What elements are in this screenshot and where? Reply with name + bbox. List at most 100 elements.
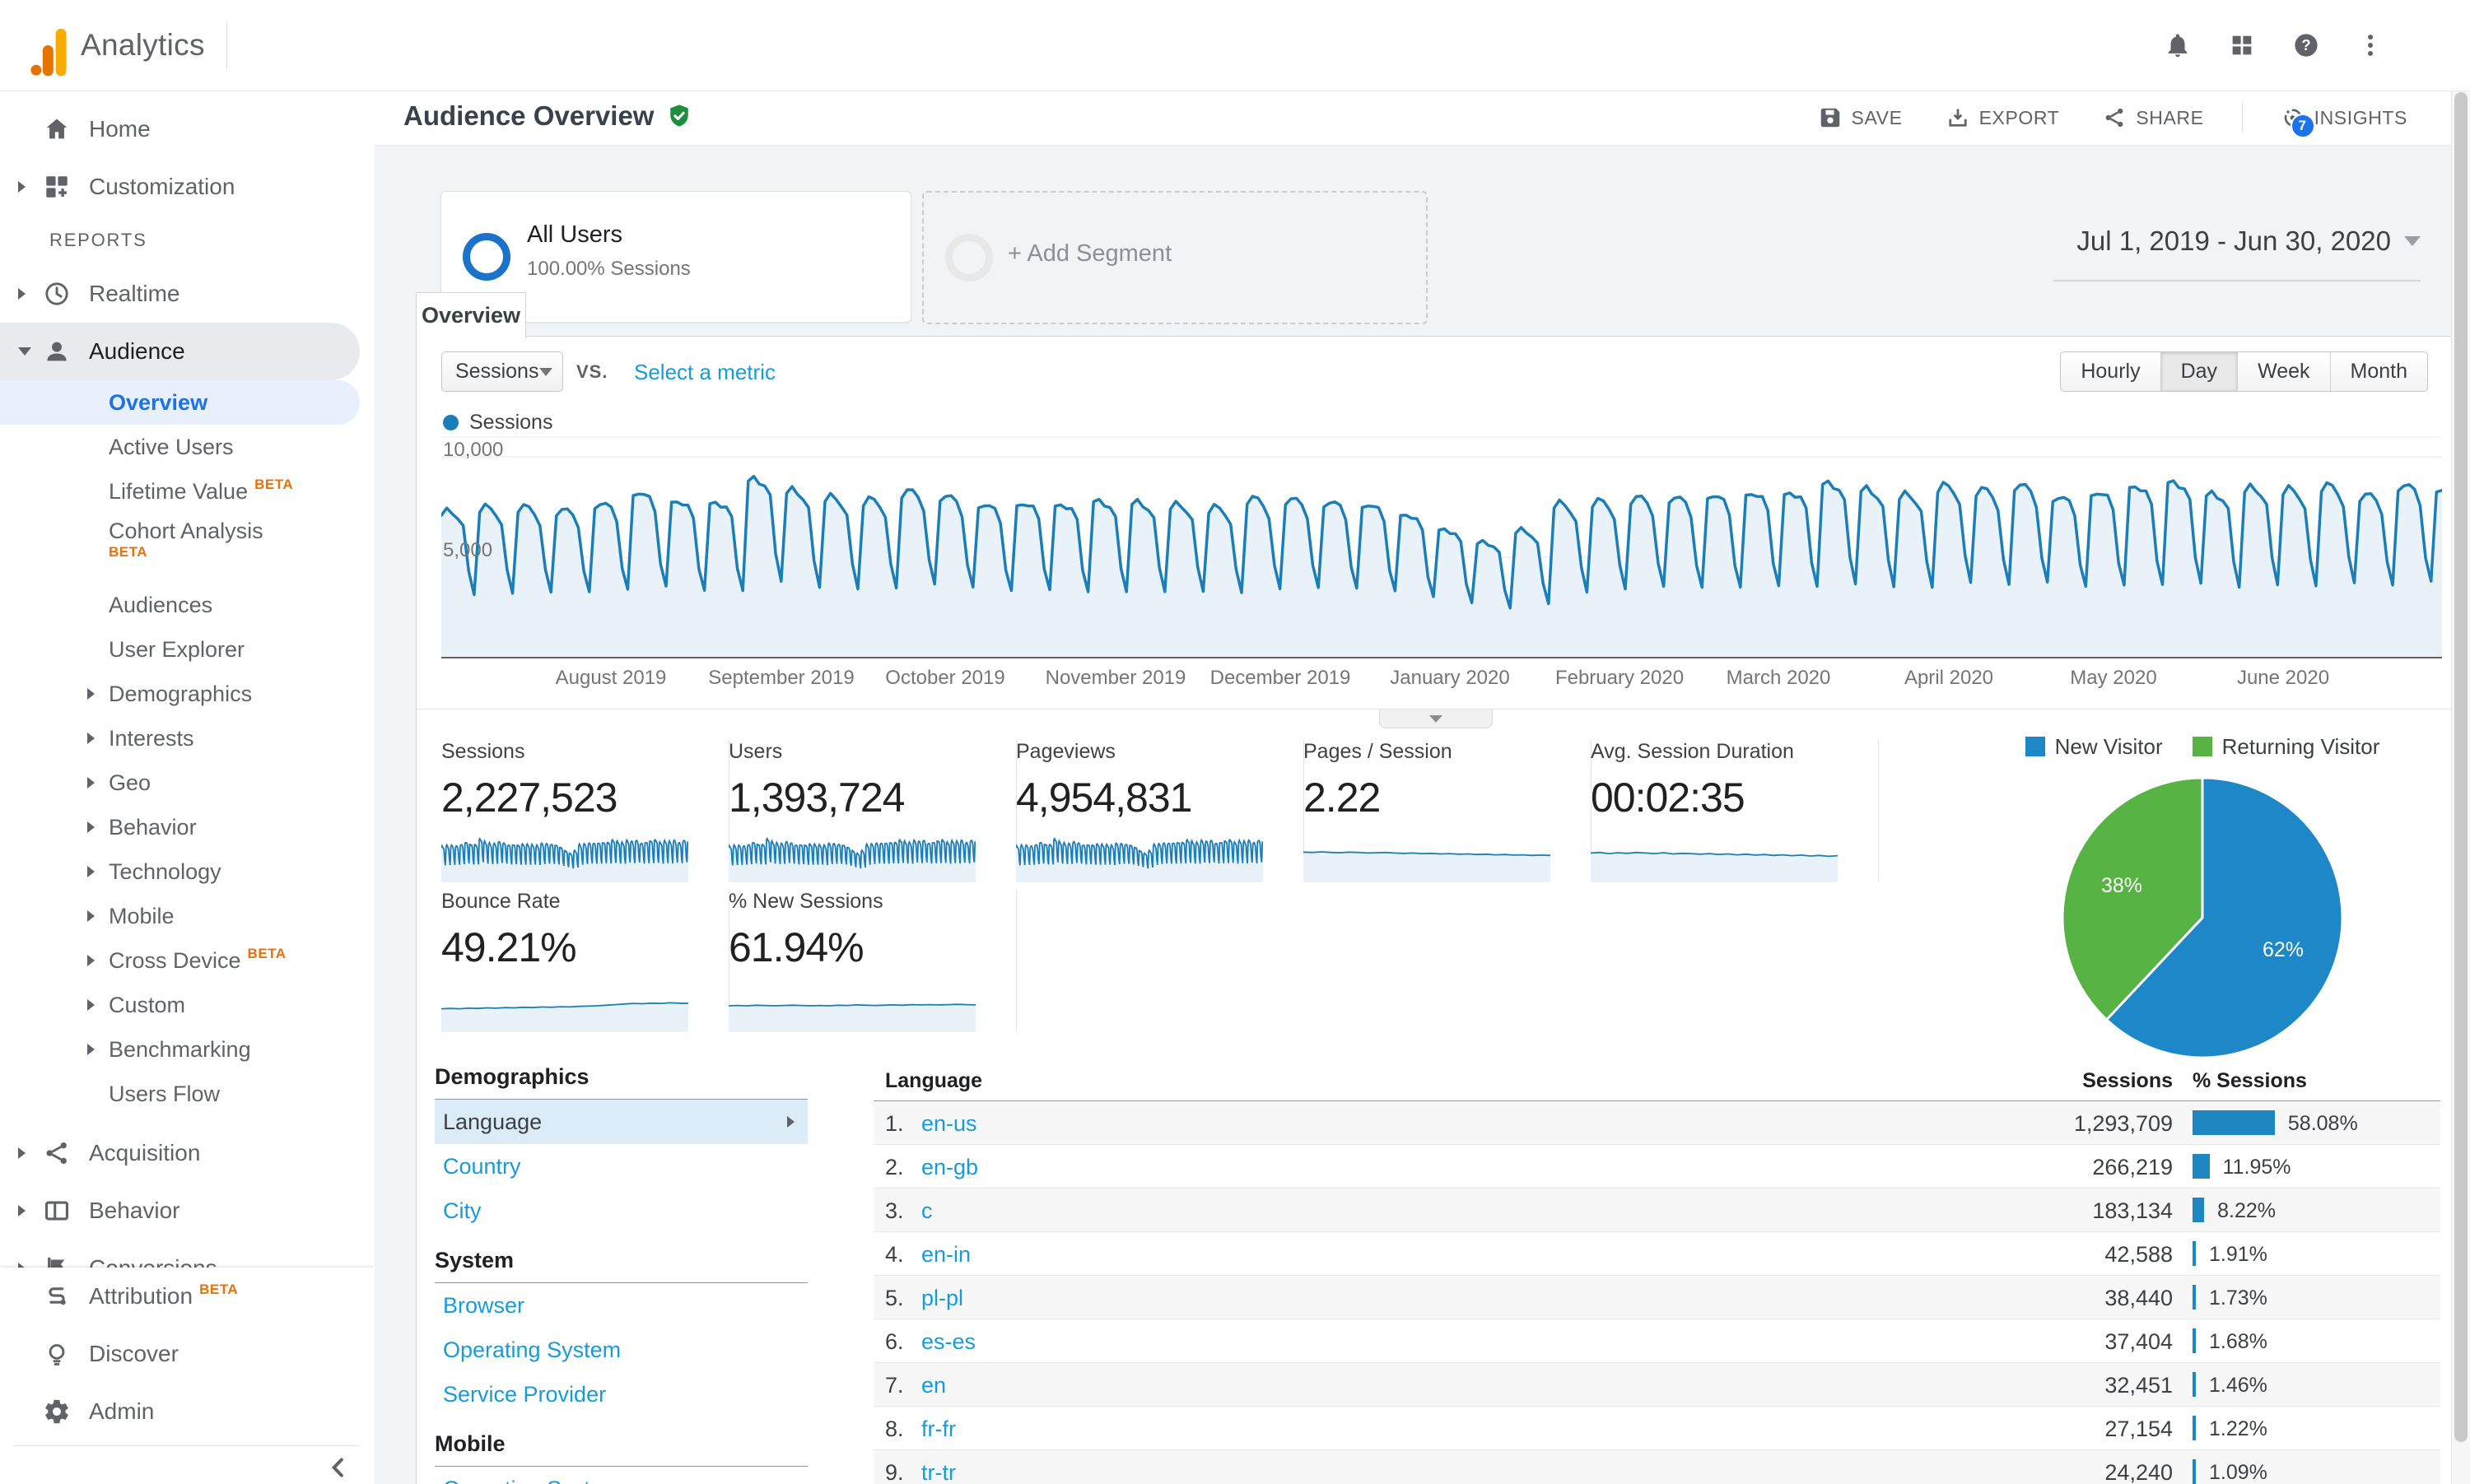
scorecard-new-sessions[interactable]: % New Sessions 61.94% — [729, 890, 1017, 1032]
sidebar-item-customization[interactable]: Customization — [0, 158, 375, 216]
sidebar-item-users-flow[interactable]: Users Flow — [0, 1072, 375, 1116]
pct-value: 1.68% — [2209, 1330, 2267, 1353]
language-link[interactable]: en-us — [921, 1111, 977, 1137]
sidebar-item-overview[interactable]: Overview — [0, 380, 360, 425]
language-link[interactable]: c — [921, 1198, 933, 1224]
scorecard-users[interactable]: Users 1,393,724 — [729, 740, 1017, 882]
sidebar-item-behavior[interactable]: Behavior — [0, 1182, 375, 1240]
sidebar-item-label: Mobile — [109, 903, 175, 928]
divider — [2241, 103, 2243, 133]
language-link[interactable]: en — [921, 1373, 946, 1398]
segment-subtitle: 100.00% Sessions — [527, 258, 691, 280]
column-header-sessions[interactable]: Sessions — [2082, 1069, 2173, 1093]
language-link[interactable]: es-es — [921, 1329, 976, 1355]
tab-overview[interactable]: Overview — [416, 292, 526, 338]
sessions-line-chart[interactable]: August 2019 September 2019 October 2019 Nov… — [440, 434, 2444, 707]
language-link[interactable]: fr-fr — [921, 1417, 956, 1442]
sidebar-item-technology[interactable]: Technology — [0, 849, 375, 894]
sidebar-item-label: Behavior — [109, 814, 197, 840]
sidebar-item-lifetime-value[interactable]: Lifetime Value BETA — [0, 469, 375, 514]
notifications-icon[interactable] — [2164, 31, 2192, 59]
sidebar-item-benchmarking[interactable]: Benchmarking — [0, 1027, 375, 1072]
sidebar-item-demographics[interactable]: Demographics — [0, 672, 375, 716]
scorecard-bounce-rate[interactable]: Bounce Rate 49.21% — [441, 890, 729, 1032]
scorecard-sessions[interactable]: Sessions 2,227,523 — [441, 740, 729, 882]
sidebar-item-cohort-analysis[interactable]: Cohort Analysis BETA — [0, 514, 375, 583]
save-button[interactable]: SAVE — [1813, 105, 1908, 131]
sessions-value: 183,134 — [2092, 1198, 2173, 1223]
sidebar-item-audiences[interactable]: Audiences — [0, 583, 375, 627]
logo-group[interactable]: Analytics — [0, 22, 227, 77]
apps-grid-icon[interactable] — [2228, 31, 2256, 59]
svg-text:November 2019: November 2019 — [1046, 667, 1186, 689]
report-panel: Sessions VS. Select a metric Hourly Day We… — [416, 336, 2454, 1484]
pct-value: 1.09% — [2209, 1461, 2267, 1484]
granularity-week[interactable]: Week — [2237, 352, 2329, 391]
collapse-sidebar-button[interactable] — [324, 1453, 353, 1482]
sidebar-item-home[interactable]: Home — [0, 100, 375, 158]
column-header-language[interactable]: Language — [885, 1069, 982, 1093]
behavior-icon — [43, 1197, 71, 1225]
granularity-day[interactable]: Day — [2160, 352, 2238, 391]
insights-button[interactable]: 7 INSIGHTS — [2276, 105, 2412, 138]
dimension-demographics-country[interactable]: Country — [435, 1144, 808, 1189]
sidebar-item-cross-device[interactable]: Cross Device BETA — [0, 938, 375, 983]
language-link[interactable]: tr-tr — [921, 1460, 956, 1484]
dimension-group-demographics: Demographics — [435, 1064, 808, 1100]
select-a-metric-link[interactable]: Select a metric — [629, 359, 781, 386]
sidebar-item-realtime[interactable]: Realtime — [0, 265, 375, 323]
sidebar-item-attribution[interactable]: Attribution BETA — [0, 1268, 375, 1325]
sidebar-item-audience[interactable]: Audience — [0, 323, 360, 380]
granularity-month[interactable]: Month — [2329, 352, 2427, 391]
sidebar-item-mobile[interactable]: Mobile — [0, 894, 375, 938]
scorecard-pageviews[interactable]: Pageviews 4,954,831 — [1016, 740, 1304, 882]
pct-bar — [2193, 1416, 2196, 1440]
visitor-pie-chart[interactable]: 62% 38% — [2061, 776, 2344, 1062]
dimension-system-service-provider[interactable]: Service Provider — [435, 1372, 808, 1417]
scorecard-label: Avg. Session Duration — [1591, 740, 1794, 763]
sidebar-item-geo[interactable]: Geo — [0, 761, 375, 805]
export-button[interactable]: EXPORT — [1941, 105, 2065, 131]
granularity-hourly[interactable]: Hourly — [2061, 352, 2160, 391]
dimension-demographics-city[interactable]: City — [435, 1189, 808, 1233]
sidebar-item-active-users[interactable]: Active Users — [0, 425, 375, 469]
chevron-down-icon — [18, 347, 31, 356]
sidebar-item-custom[interactable]: Custom — [0, 983, 375, 1027]
language-link[interactable]: pl-pl — [921, 1286, 963, 1311]
chart-legend: Sessions — [443, 411, 552, 435]
ytick-label: 5,000 — [443, 539, 493, 561]
chart-collapse-handle[interactable] — [1378, 709, 1493, 728]
product-name: Analytics — [81, 28, 205, 62]
scorecard-avg-session-duration[interactable]: Avg. Session Duration 00:02:35 — [1591, 740, 1879, 882]
share-button[interactable]: SHARE — [2097, 105, 2208, 131]
sidebar-item-label: Customization — [89, 174, 235, 199]
dimension-demographics-language[interactable]: Language — [435, 1100, 808, 1144]
column-header-pct-sessions[interactable]: % Sessions — [2193, 1069, 2307, 1093]
sidebar-item-admin[interactable]: Admin — [0, 1383, 375, 1440]
granularity-toggle: Hourly Day Week Month — [2060, 351, 2428, 392]
scrollbar-thumb[interactable] — [2454, 92, 2468, 1442]
dimension-mobile-operating-system[interactable]: Operating System — [435, 1467, 808, 1484]
pct-bar — [2193, 1328, 2196, 1353]
scorecard-pages-session[interactable]: Pages / Session 2.22 — [1303, 740, 1592, 882]
sidebar-item-label: Cross Device BETA — [109, 945, 287, 973]
pct-bar — [2193, 1459, 2196, 1484]
sidebar-item-interests[interactable]: Interests — [0, 716, 375, 761]
help-icon[interactable]: ? — [2292, 31, 2320, 59]
vertical-scrollbar[interactable] — [2451, 91, 2470, 1484]
action-label: EXPORT — [1978, 106, 2060, 128]
beta-badge: BETA — [254, 476, 294, 492]
language-link[interactable]: en-in — [921, 1242, 971, 1268]
sidebar-item-user-explorer[interactable]: User Explorer — [0, 627, 375, 672]
dimension-system-operating-system[interactable]: Operating System — [435, 1328, 808, 1372]
sidebar-item-behavior[interactable]: Behavior — [0, 805, 375, 849]
sidebar-item-label: User Explorer — [109, 636, 245, 662]
add-segment-button[interactable]: + Add Segment — [922, 191, 1428, 324]
metric-select-dropdown[interactable]: Sessions — [441, 351, 563, 392]
language-link[interactable]: en-gb — [921, 1155, 978, 1180]
dimension-system-browser[interactable]: Browser — [435, 1283, 808, 1328]
more-vert-icon[interactable] — [2356, 31, 2384, 59]
date-range-picker[interactable]: Jul 1, 2019 - Jun 30, 2020 — [2076, 226, 2421, 257]
sidebar-item-discover[interactable]: Discover — [0, 1325, 375, 1383]
sidebar-item-acquisition[interactable]: Acquisition — [0, 1124, 375, 1182]
